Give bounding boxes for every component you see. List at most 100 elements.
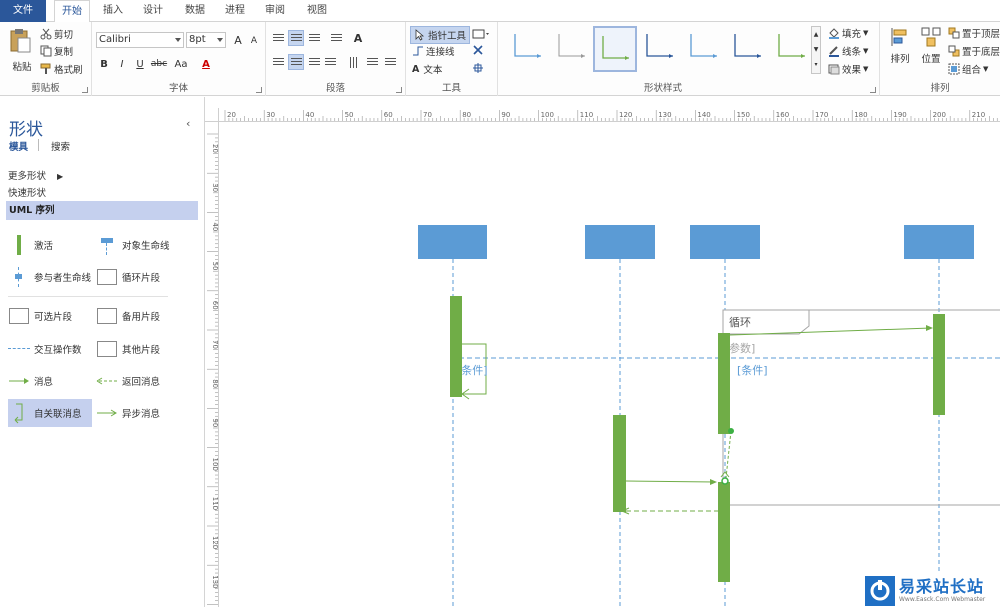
line-button[interactable]: 线条 ▼ [828,44,868,58]
justify-button[interactable] [322,54,338,70]
activation-2[interactable] [613,415,626,512]
quick-shapes-link[interactable]: 快速形状 [8,185,46,199]
cut-button[interactable]: 剪切 [40,27,73,41]
shape-async-message[interactable]: 异步消息 [96,399,180,427]
activation-4[interactable] [933,314,945,415]
shape-actor-lifeline[interactable]: 参与者生命线 [8,263,100,291]
font-launcher-icon[interactable] [256,87,262,93]
style-option-7[interactable] [771,26,815,72]
font-size-select[interactable]: 8pt [186,32,226,48]
bullets-button[interactable] [328,30,344,46]
stencil-uml-sequence[interactable]: UML 序列 [6,201,198,220]
text-block-button[interactable]: A [350,30,366,46]
text-direction-button[interactable] [344,54,360,70]
activation-3a[interactable] [718,333,730,434]
activation-1[interactable] [450,296,462,397]
change-case-button[interactable]: Aa [170,56,192,72]
tab-review[interactable]: 审阅 [258,0,292,22]
paste-button[interactable]: 粘贴 [8,28,36,73]
tab-file[interactable]: 文件 [0,0,46,22]
shape-alternative-fragment[interactable]: 备用片段 [96,302,180,330]
gallery-down-icon[interactable]: ▼ [812,42,820,57]
style-option-3[interactable] [593,26,637,72]
loop-fragment[interactable] [722,309,1000,506]
paragraph-launcher-icon[interactable] [396,87,402,93]
position-label: 位置 [921,54,941,65]
more-shapes-link[interactable]: 更多形状 ▶ [8,168,63,182]
tab-insert[interactable]: 插入 [96,0,130,22]
object-head-3[interactable] [690,225,760,259]
rectangle-tool-button[interactable] [472,28,492,40]
decrease-indent-button[interactable] [364,54,380,70]
shape-optional-fragment[interactable]: 可选片段 [8,302,92,330]
position-button[interactable]: 位置 [916,26,946,70]
tab-view[interactable]: 视图 [300,0,334,22]
style-option-6[interactable] [727,26,771,72]
shape-message[interactable]: 消息 [8,367,92,395]
selected-connector[interactable] [725,430,732,479]
style-option-5[interactable] [683,26,727,72]
align-bottom-button[interactable] [306,30,322,46]
font-color-button[interactable]: A [198,56,214,72]
align-center-button[interactable] [288,54,304,70]
bold-button[interactable]: B [96,56,112,72]
shape-interaction-operand[interactable]: 交互操作数 [8,335,92,363]
shape-styles-launcher-icon[interactable] [870,87,876,93]
message-arrow-2-3[interactable] [625,480,716,483]
connection-point-button[interactable] [472,62,486,74]
tab-design[interactable]: 设计 [136,0,170,22]
shape-self-message[interactable]: 自关联消息 [8,399,92,427]
gallery-more-icon[interactable]: ▾ [812,57,820,72]
connector-handle-start[interactable] [728,428,734,434]
style-option-1[interactable] [507,26,551,72]
style-option-4[interactable] [639,26,683,72]
clipboard-launcher-icon[interactable] [82,87,88,93]
font-family-select[interactable]: Calibri [96,32,184,48]
bring-to-front-button[interactable]: 置于顶层 [948,26,1000,40]
align-top-button[interactable] [270,30,286,46]
gallery-scrollbar[interactable]: ▲ ▼ ▾ [811,26,821,74]
underline-button[interactable]: U [132,56,148,72]
effects-button[interactable]: 效果 ▼ [828,62,868,76]
fill-button[interactable]: 填充 ▼ [828,26,868,40]
gallery-up-icon[interactable]: ▲ [812,27,820,42]
shape-loop-fragment[interactable]: 循环片段 [96,263,180,291]
drawing-canvas[interactable]: 循环 参数] [条件] [条件] [219,122,1000,607]
connector-tool-button[interactable]: 连接线 [412,44,455,58]
send-to-back-button[interactable]: 置于底层 [948,44,1000,58]
horizontal-ruler[interactable]: 20 30 40 50 60 70 80 90 100 110 120 130 140 150 160 170… [205,108,1000,122]
text-tool-button[interactable]: A 文本 [412,62,442,77]
tab-search[interactable]: 搜索 [51,139,70,153]
italic-button[interactable]: I [114,56,130,72]
style-option-2[interactable] [551,26,595,72]
shape-activation[interactable]: 激活 [8,231,92,259]
shape-object-lifeline[interactable]: 对象生命线 [96,231,200,259]
strikethrough-button[interactable]: abc [148,56,170,72]
send-back-icon [948,45,960,57]
format-painter-button[interactable]: 格式刷 [40,62,83,76]
pointer-tool-button[interactable]: 指针工具 [410,26,471,44]
shape-other-fragment[interactable]: 其他片段 [96,335,180,363]
align-shapes-button[interactable]: 排列 [884,26,916,70]
shape-return-message[interactable]: 返回消息 [96,367,180,395]
group-button[interactable]: 组合 ▼ [948,62,988,76]
vertical-ruler[interactable]: 2030405060708090100110120130140 [205,122,219,607]
copy-button[interactable]: 复制 [40,44,73,58]
collapse-pane-icon[interactable]: ‹ [186,117,190,130]
align-middle-button[interactable] [288,30,304,46]
activation-3b[interactable] [718,482,730,582]
align-right-button[interactable] [306,54,322,70]
align-left-button[interactable] [270,54,286,70]
increase-indent-button[interactable] [382,54,398,70]
tab-home[interactable]: 开始 [54,0,90,23]
tab-stencils[interactable]: 模具 [9,139,28,153]
tab-data[interactable]: 数据 [178,0,212,22]
object-head-1[interactable] [418,225,487,259]
connector-handle-end[interactable] [721,477,729,485]
object-head-4[interactable] [904,225,974,259]
tab-process[interactable]: 进程 [218,0,252,22]
close-x-button[interactable] [472,44,486,56]
object-head-2[interactable] [585,225,655,259]
grow-font-button[interactable]: A [230,32,246,48]
shrink-font-button[interactable]: A [246,33,262,49]
